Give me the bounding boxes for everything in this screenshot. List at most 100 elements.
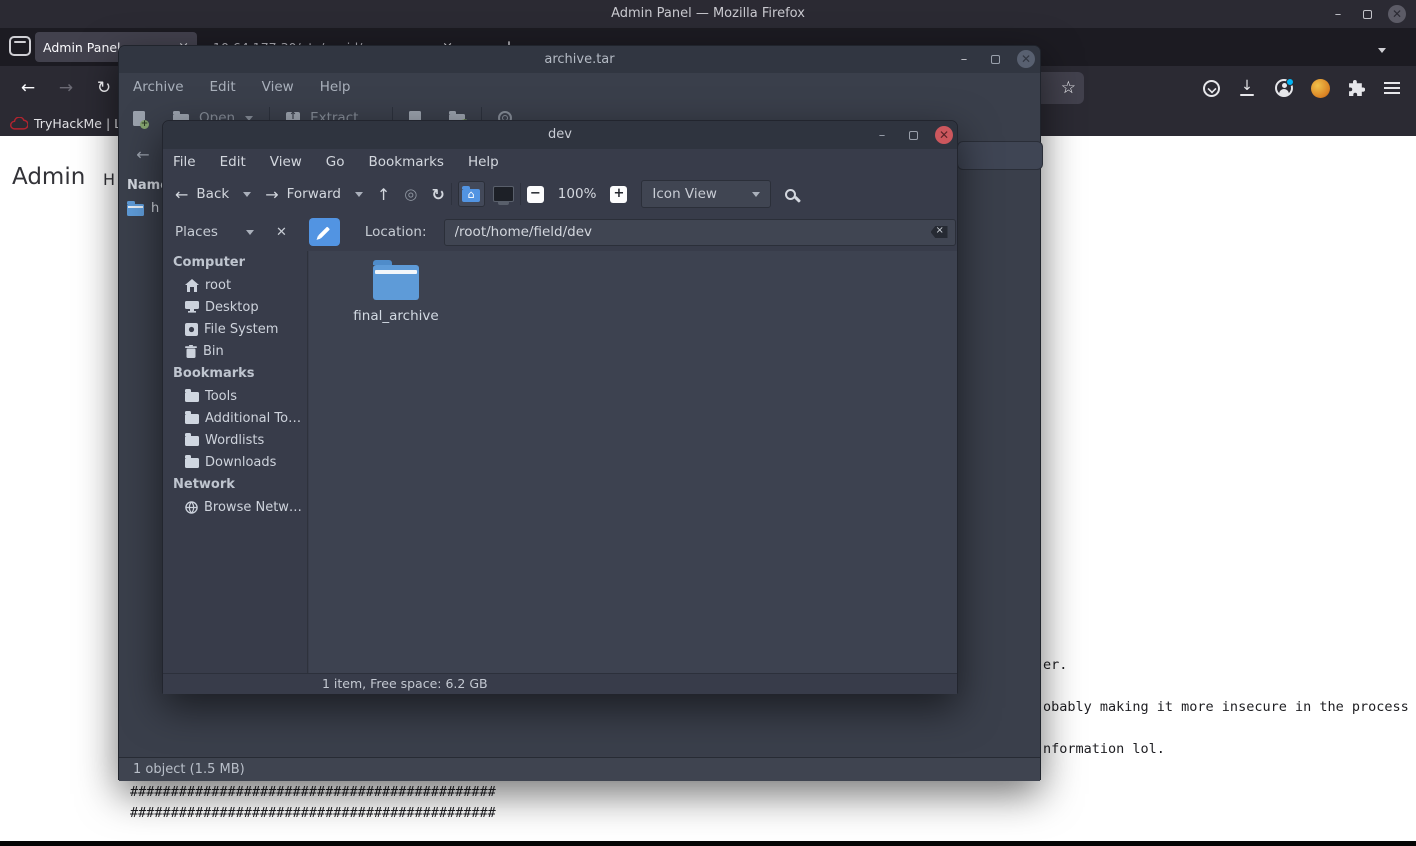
page-text-fragment: nformation lol. <box>1043 741 1165 757</box>
pocket-button[interactable] <box>1196 74 1226 102</box>
menu-go[interactable]: Go <box>326 154 345 170</box>
trash-icon <box>185 344 197 358</box>
sidebar-item-wordlists[interactable]: Wordlists <box>163 429 307 451</box>
back-history-dropdown-icon[interactable] <box>243 191 252 197</box>
sidebar-item-file-system[interactable]: File System <box>163 318 307 340</box>
search-icon[interactable] <box>785 188 797 200</box>
bookmark-tryhackme[interactable]: TryHackMe | L <box>10 116 121 131</box>
folder-icon <box>185 389 199 402</box>
page-text-fragment: er. <box>1043 657 1068 673</box>
archive-close-button[interactable]: ✕ <box>1013 46 1039 72</box>
sidebar-item-label: Desktop <box>205 299 259 315</box>
home-folder-icon <box>462 186 481 202</box>
archive-restore-button[interactable] <box>982 46 1008 72</box>
screen-bottom-edge <box>0 841 1416 846</box>
dev-minimize-button[interactable]: – <box>869 122 895 148</box>
reload-button[interactable]: ↻ <box>88 72 120 104</box>
sidebar-item-tools[interactable]: Tools <box>163 385 307 407</box>
sidebar-section-bookmarks: Bookmarks <box>173 366 255 381</box>
file-item-final-archive[interactable]: final_archive <box>351 259 441 324</box>
firefox-view-icon[interactable] <box>9 36 31 56</box>
stop-icon[interactable]: ◎ <box>404 185 417 203</box>
sidebar-item-label: Bin <box>203 343 224 359</box>
list-all-tabs-button[interactable] <box>1378 38 1386 57</box>
account-button[interactable] <box>1269 74 1299 102</box>
icon-view[interactable]: final_archive <box>309 251 957 673</box>
menu-help[interactable]: Help <box>468 154 499 170</box>
home-folder-button[interactable] <box>457 181 485 207</box>
zoom-in-button[interactable]: + <box>610 185 628 203</box>
edit-path-button[interactable] <box>308 218 340 246</box>
new-archive-icon[interactable]: + <box>133 110 149 129</box>
page-title: Admin <box>12 164 86 190</box>
menu-file[interactable]: File <box>173 154 196 170</box>
sidebar-item-desktop[interactable]: Desktop <box>163 296 307 318</box>
chevron-down-icon <box>1378 48 1386 53</box>
sidebar-item-additional-tools[interactable]: Additional To… <box>163 407 307 429</box>
bookmark-star-icon[interactable]: ☆ <box>1061 78 1076 98</box>
menu-view[interactable]: View <box>262 79 294 95</box>
firefox-restore-button[interactable] <box>1354 1 1380 27</box>
archive-location-entry[interactable] <box>957 141 1043 170</box>
menu-edit[interactable]: Edit <box>210 79 236 95</box>
back-button[interactable]: ← <box>12 72 44 104</box>
dev-close-button[interactable]: ✕ <box>931 122 957 148</box>
archive-statusbar: 1 object (1.5 MB) <box>119 757 1040 781</box>
page-hash-line: ########################################… <box>130 805 496 821</box>
dev-titlebar[interactable]: dev – ✕ <box>163 121 957 149</box>
archive-file-name: h <box>151 201 160 216</box>
menu-help[interactable]: Help <box>320 79 351 95</box>
location-input[interactable] <box>443 218 956 246</box>
folder-icon <box>185 455 199 468</box>
foxyproxy-extension-button[interactable] <box>1305 74 1335 102</box>
archive-file-row[interactable]: h <box>127 201 159 216</box>
places-panel-selector[interactable]: Places <box>175 224 218 240</box>
forward-button[interactable]: → <box>50 72 82 104</box>
extensions-button[interactable] <box>1341 74 1371 102</box>
forward-button[interactable]: Forward <box>287 186 341 202</box>
back-button[interactable]: Back <box>196 186 229 202</box>
terminal-icon[interactable] <box>492 186 514 205</box>
sidebar-item-label: Downloads <box>205 454 277 470</box>
restore-icon <box>990 54 1000 64</box>
refresh-button[interactable]: ↻ <box>431 185 444 204</box>
tryhackme-cloud-icon <box>10 116 28 130</box>
places-sidebar: Computer root Desktop File System Bin Bo… <box>163 251 308 673</box>
places-close-icon[interactable]: ✕ <box>276 225 287 240</box>
sidebar-item-browse-network[interactable]: Browse Netw… <box>163 496 307 518</box>
pocket-icon <box>1202 79 1220 97</box>
menu-view[interactable]: View <box>270 154 302 170</box>
menu-edit[interactable]: Edit <box>220 154 246 170</box>
restore-icon <box>908 130 918 140</box>
view-mode-dropdown[interactable]: Icon View <box>641 180 772 208</box>
forward-history-dropdown-icon[interactable] <box>354 191 363 197</box>
sidebar-item-label: root <box>205 277 232 293</box>
back-arrow-icon[interactable]: ← <box>175 185 188 204</box>
firefox-close-button[interactable]: ✕ <box>1384 1 1410 27</box>
archive-back-button[interactable]: ← <box>129 142 157 168</box>
downloads-button[interactable]: ↓ <box>1232 74 1262 102</box>
sidebar-section-computer: Computer <box>173 255 246 270</box>
sidebar-item-root[interactable]: root <box>163 274 307 296</box>
sidebar-item-bin[interactable]: Bin <box>163 340 307 362</box>
dev-restore-button[interactable] <box>900 122 926 148</box>
firefox-titlebar: Admin Panel — Mozilla Firefox – ✕ <box>0 0 1416 28</box>
places-dropdown-icon[interactable] <box>245 229 254 235</box>
zoom-out-button[interactable]: − <box>526 185 544 203</box>
toolbar-separator <box>519 183 521 205</box>
firefox-minimize-button[interactable]: – <box>1325 1 1351 27</box>
folder-icon <box>185 433 199 446</box>
home-icon <box>185 278 199 292</box>
sidebar-item-downloads[interactable]: Downloads <box>163 451 307 473</box>
archive-minimize-button[interactable]: – <box>951 46 977 72</box>
sidebar-item-label: Browse Netw… <box>204 499 302 515</box>
forward-arrow-icon[interactable]: → <box>265 185 278 204</box>
menu-archive[interactable]: Archive <box>133 79 184 95</box>
menu-bookmarks[interactable]: Bookmarks <box>369 154 444 170</box>
filesystem-icon <box>185 322 198 336</box>
plus-badge: + <box>140 118 149 129</box>
up-button[interactable]: ↑ <box>377 185 390 204</box>
desktop-icon <box>185 301 199 313</box>
archive-titlebar[interactable]: archive.tar – ✕ <box>119 46 1040 73</box>
menu-button[interactable] <box>1377 74 1407 102</box>
